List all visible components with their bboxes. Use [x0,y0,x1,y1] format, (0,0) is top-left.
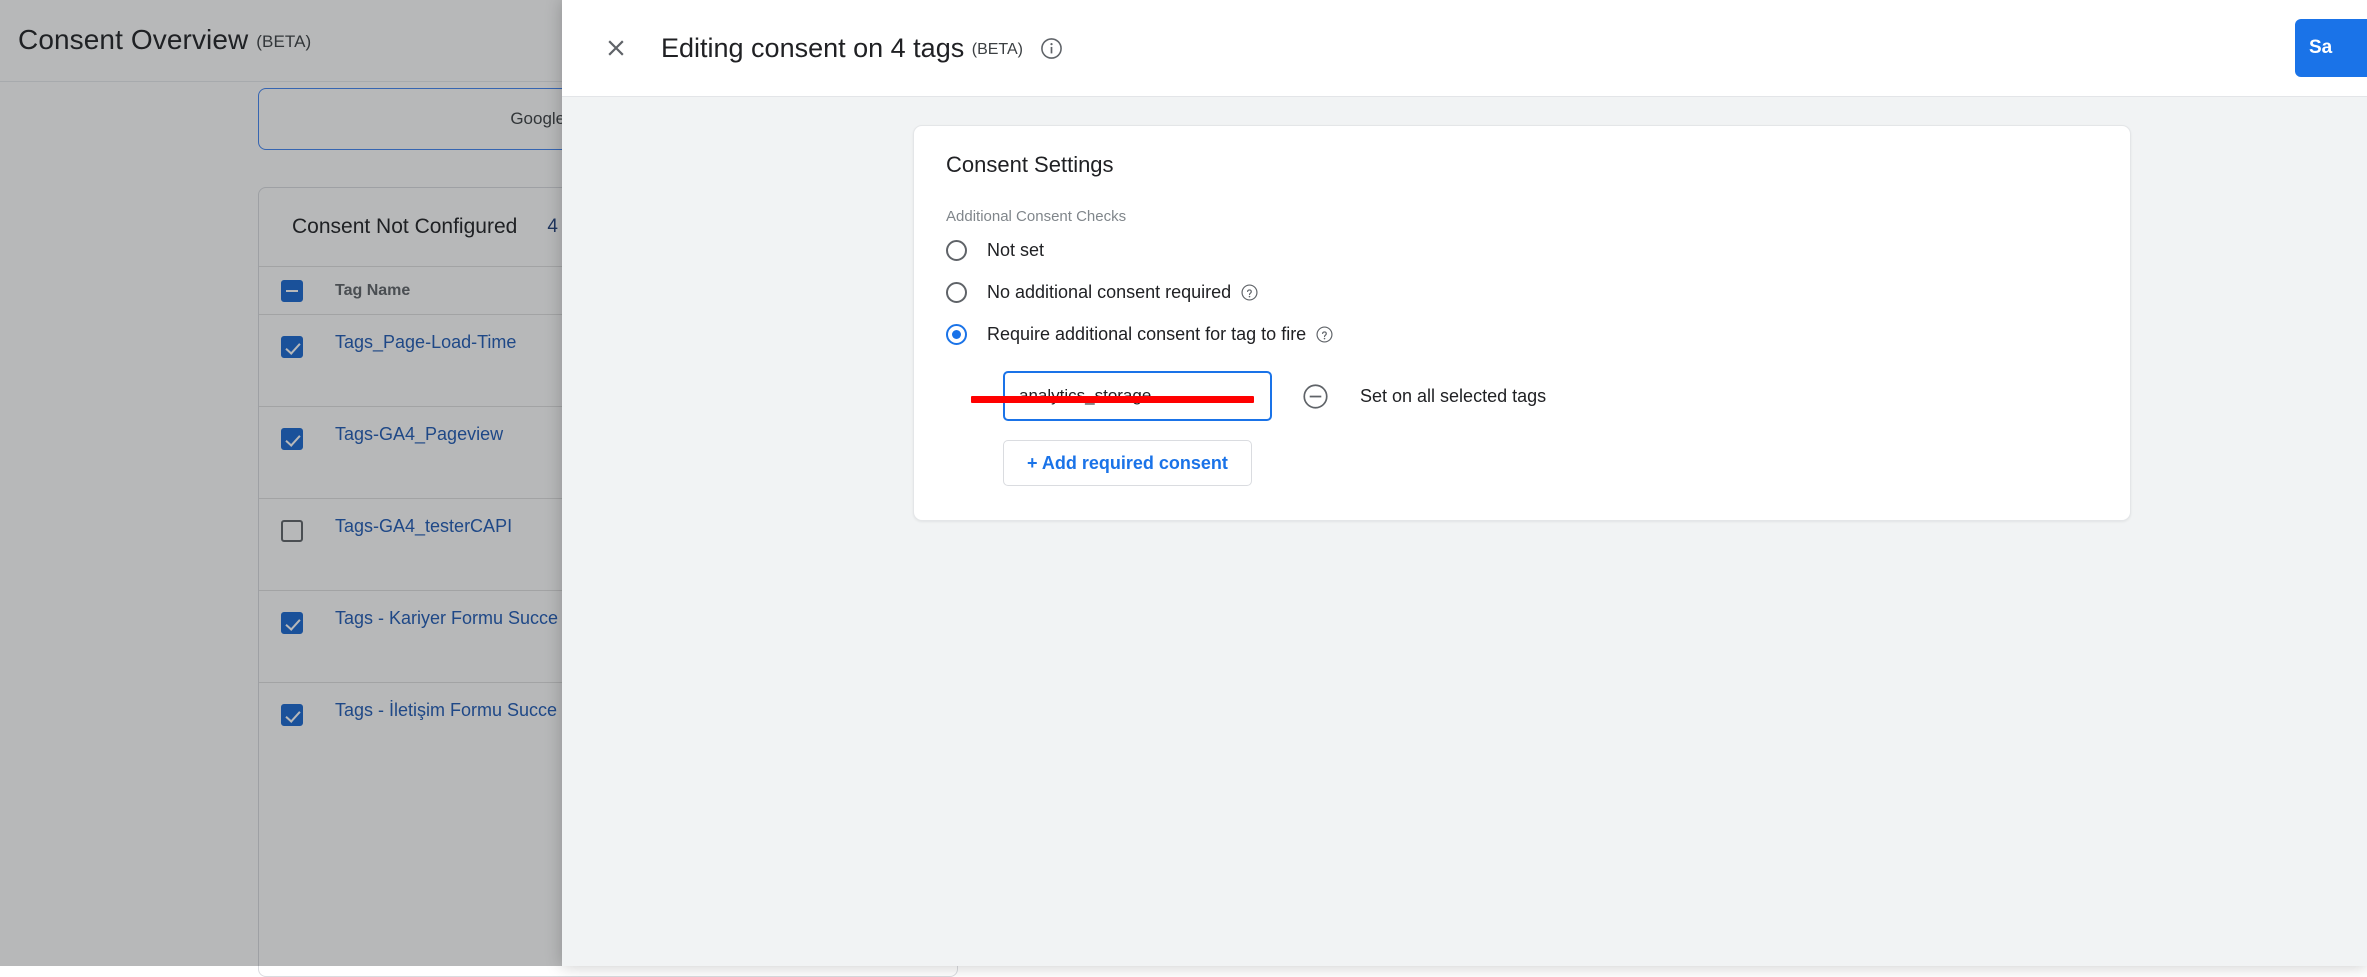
modal-title-beta-badge: (BETA) [972,41,1023,58]
annotation-underline [971,396,1254,403]
save-button[interactable]: Sa [2295,19,2367,77]
radio-option-require-additional-consent[interactable]: Require additional consent for tag to fi… [946,313,2098,355]
radio-label: No additional consent required [987,282,1231,303]
modal-title: Editing consent on 4 tags (BETA) [661,33,1023,64]
radio-label: Not set [987,240,1044,261]
radio-label: Require additional consent for tag to fi… [987,324,1306,345]
radio-button[interactable] [946,324,967,345]
additional-consent-checks-label: Additional Consent Checks [946,208,2098,225]
set-on-all-selected-tags-label: Set on all selected tags [1360,386,1546,407]
edit-consent-modal: Editing consent on 4 tags (BETA) Sa Cons… [562,0,2367,966]
help-icon[interactable] [1315,325,1334,344]
radio-option-no-additional-consent[interactable]: No additional consent required [946,271,2098,313]
minus-circle-icon[interactable] [1300,381,1330,411]
consent-settings-card: Consent Settings Additional Consent Chec… [913,125,2131,521]
modal-body: Consent Settings Additional Consent Chec… [562,97,2367,966]
modal-title-text: Editing consent on 4 tags [661,33,964,63]
close-icon[interactable] [595,27,637,69]
radio-option-not-set[interactable]: Not set [946,229,2098,271]
info-icon[interactable] [1039,36,1064,61]
help-icon[interactable] [1240,283,1259,302]
consent-settings-title: Consent Settings [946,152,2098,178]
radio-button[interactable] [946,282,967,303]
radio-button[interactable] [946,240,967,261]
add-required-consent-button[interactable]: + Add required consent [1003,440,1252,486]
modal-header: Editing consent on 4 tags (BETA) Sa [562,0,2367,97]
